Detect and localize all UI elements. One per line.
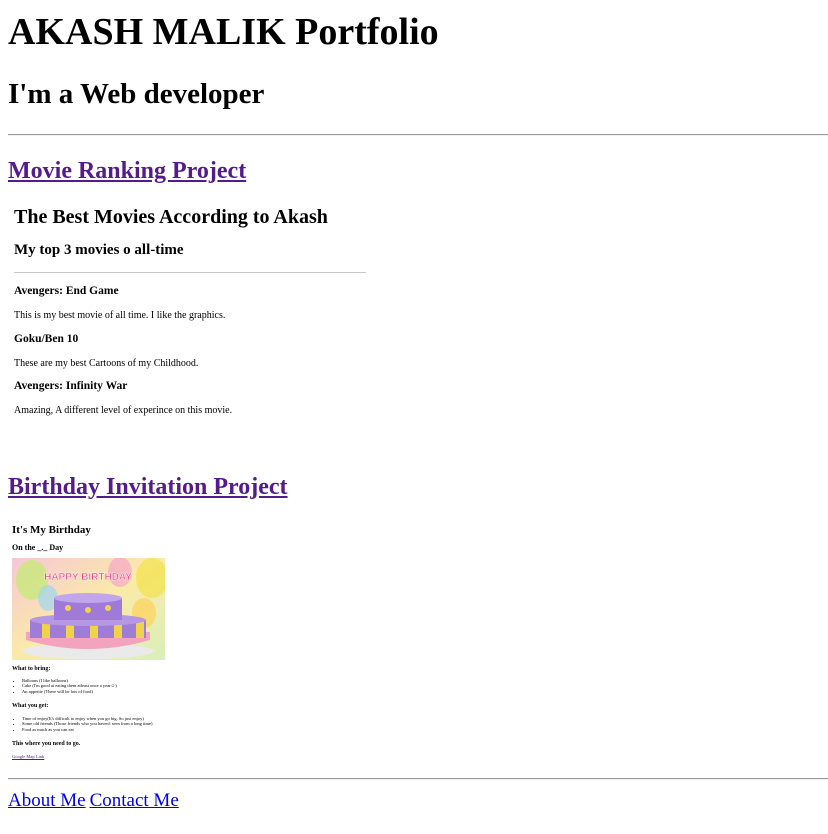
birthday-date-line: On the _._ Day	[12, 543, 64, 552]
bring-list: Balloons (I like balloons) Cake (I'm goo…	[12, 678, 117, 694]
movie-ranking-preview-frame: The Best Movies According to Akash My to…	[8, 200, 374, 440]
about-me-link[interactable]: About Me	[8, 790, 86, 811]
movie-divider	[14, 272, 366, 273]
birthday-title: It's My Birthday	[12, 524, 91, 536]
get-list: Time of enjoy(It's difficult to enjoy wh…	[12, 716, 153, 732]
contact-me-link[interactable]: Contact Me	[90, 790, 179, 811]
birthday-invitation-preview-frame: It's My Birthday On the _._ Day HAPPY BI…	[8, 518, 338, 768]
movie-description: These are my best Cartoons of my Childho…	[14, 358, 199, 369]
movie-ranking-project-link[interactable]: Movie Ranking Project	[8, 158, 246, 185]
movie-page-title: The Best Movies According to Akash	[14, 206, 328, 228]
list-item: Food as much as you can eat	[22, 727, 153, 732]
movie-title: Goku/Ben 10	[14, 333, 79, 345]
top-divider	[8, 134, 828, 136]
list-item: An appetite (There will be lots of food)	[22, 689, 117, 694]
page-title: AKASH MALIK Portfolio	[8, 11, 439, 53]
page-subtitle: I'm a Web developer	[8, 78, 265, 110]
bring-heading: What to bring:	[12, 666, 51, 672]
birthday-cake-image: HAPPY BIRTHDAY	[12, 558, 165, 660]
movie-page-subtitle: My top 3 movies o all-time	[14, 242, 184, 258]
movie-title: Avengers: Infinity War	[14, 380, 128, 392]
get-heading: What you get:	[12, 703, 49, 709]
footer-nav: About Me Contact Me	[8, 790, 179, 812]
movie-description: Amazing, A different level of experince …	[14, 405, 233, 416]
movie-title: Avengers: End Game	[14, 285, 119, 297]
google-map-link[interactable]: Google Map Link	[12, 754, 44, 759]
birthday-invitation-project-link[interactable]: Birthday Invitation Project	[8, 474, 288, 501]
movie-description: This is my best movie of all time. I lik…	[14, 310, 226, 321]
birthday-image-caption: HAPPY BIRTHDAY	[44, 572, 132, 583]
where-heading: This where you need to go.	[12, 741, 81, 747]
bottom-divider	[8, 778, 828, 780]
